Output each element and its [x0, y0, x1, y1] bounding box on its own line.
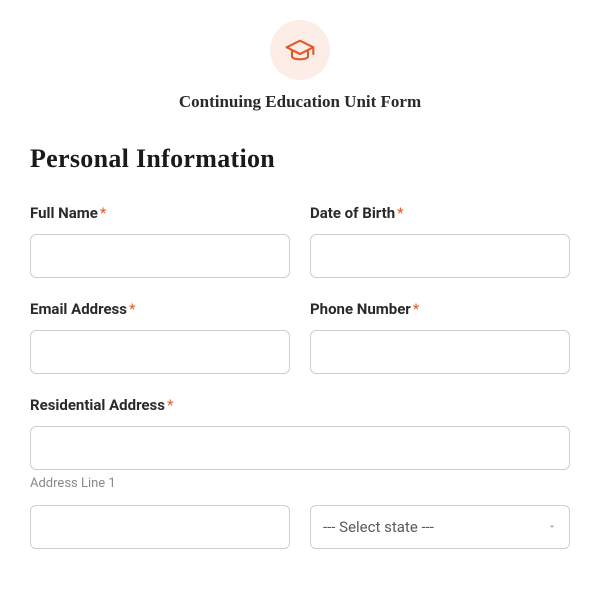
address-city-input[interactable]	[30, 505, 290, 549]
required-indicator: *	[100, 204, 106, 222]
required-indicator: *	[167, 396, 173, 414]
required-indicator: *	[413, 300, 419, 318]
required-indicator: *	[129, 300, 135, 318]
address-label: Residential Address*	[30, 396, 570, 414]
form-header: Continuing Education Unit Form	[30, 20, 570, 112]
full-name-label: Full Name*	[30, 204, 290, 222]
required-indicator: *	[397, 204, 403, 222]
form-title: Continuing Education Unit Form	[30, 92, 570, 112]
phone-input[interactable]	[310, 330, 570, 374]
dob-input[interactable]	[310, 234, 570, 278]
phone-label: Phone Number*	[310, 300, 570, 318]
address-line1-sublabel: Address Line 1	[30, 476, 570, 491]
state-select[interactable]: --- Select state ---	[310, 505, 570, 549]
section-heading-personal-info: Personal Information	[30, 144, 570, 174]
full-name-input[interactable]	[30, 234, 290, 278]
state-select-placeholder: --- Select state ---	[323, 518, 434, 536]
email-label: Email Address*	[30, 300, 290, 318]
address-line1-input[interactable]	[30, 426, 570, 470]
dob-label: Date of Birth*	[310, 204, 570, 222]
email-input[interactable]	[30, 330, 290, 374]
graduation-cap-icon	[270, 20, 330, 80]
